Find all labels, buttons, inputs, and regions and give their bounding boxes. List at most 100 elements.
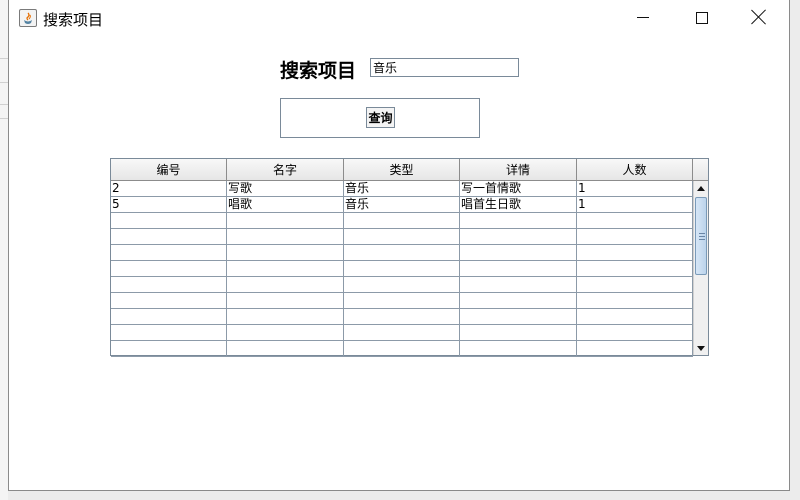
cell-id[interactable] (111, 261, 227, 277)
table-row[interactable] (111, 325, 693, 341)
cell-name[interactable]: 唱歌 (227, 197, 344, 213)
cell-details[interactable] (460, 293, 577, 309)
cell-count[interactable] (577, 293, 693, 309)
cell-id[interactable]: 5 (111, 197, 227, 213)
cell-count[interactable] (577, 261, 693, 277)
cell-count[interactable] (577, 213, 693, 229)
desktop-divider (0, 104, 8, 105)
cell-count[interactable]: 1 (577, 197, 693, 213)
scrollbar-thumb[interactable] (695, 197, 707, 275)
column-header-name[interactable]: 名字 (227, 159, 344, 181)
table-row[interactable] (111, 213, 693, 229)
minimize-button[interactable] (620, 0, 666, 36)
scroll-down-button[interactable] (694, 341, 708, 355)
cell-type[interactable]: 音乐 (344, 181, 460, 197)
table-row[interactable]: 2 写歌 音乐 写一首情歌 1 (111, 181, 693, 197)
search-label: 搜索项目 (280, 60, 357, 82)
table-row[interactable] (111, 229, 693, 245)
cell-details[interactable]: 写一首情歌 (460, 181, 577, 197)
cell-name[interactable] (227, 293, 344, 309)
cell-type[interactable] (344, 309, 460, 325)
column-header-count[interactable]: 人数 (577, 159, 693, 181)
cell-name[interactable] (227, 229, 344, 245)
cell-id[interactable] (111, 309, 227, 325)
table-body: 2 写歌 音乐 写一首情歌 1 5 唱歌 音乐 唱首生日歌 1 (111, 181, 693, 357)
cell-details[interactable] (460, 245, 577, 261)
cell-details[interactable] (460, 229, 577, 245)
cell-type[interactable] (344, 277, 460, 293)
desktop-divider (0, 58, 8, 59)
cell-count[interactable] (577, 229, 693, 245)
cell-name[interactable] (227, 245, 344, 261)
minimize-icon (637, 17, 649, 18)
cell-type[interactable] (344, 261, 460, 277)
cell-name[interactable] (227, 309, 344, 325)
cell-type[interactable] (344, 245, 460, 261)
table-row[interactable] (111, 277, 693, 293)
cell-details[interactable] (460, 261, 577, 277)
cell-name[interactable] (227, 325, 344, 341)
table-row[interactable] (111, 341, 693, 357)
arrow-up-icon (697, 185, 705, 191)
title-bar[interactable]: 搜索项目 (9, 0, 789, 38)
cell-details[interactable] (460, 277, 577, 293)
cell-type[interactable]: 音乐 (344, 197, 460, 213)
cell-details[interactable] (460, 309, 577, 325)
maximize-button[interactable] (678, 0, 724, 36)
java-app-icon (19, 9, 37, 27)
table-row[interactable]: 5 唱歌 音乐 唱首生日歌 1 (111, 197, 693, 213)
search-input[interactable] (370, 58, 519, 77)
cell-details[interactable] (460, 341, 577, 357)
column-header-details[interactable]: 详情 (460, 159, 577, 181)
column-header-id[interactable]: 编号 (111, 159, 227, 181)
cell-count[interactable] (577, 309, 693, 325)
cell-id[interactable] (111, 213, 227, 229)
column-header-type[interactable]: 类型 (344, 159, 460, 181)
cell-id[interactable]: 2 (111, 181, 227, 197)
cell-type[interactable] (344, 341, 460, 357)
window-title: 搜索项目 (43, 11, 104, 29)
query-panel: 查询 (280, 98, 480, 138)
close-icon (751, 9, 767, 25)
desktop-divider (0, 82, 8, 83)
desktop-divider (0, 118, 8, 119)
grip-line (699, 233, 705, 234)
arrow-down-icon (697, 345, 705, 351)
cell-name[interactable] (227, 277, 344, 293)
cell-type[interactable] (344, 229, 460, 245)
table-header: 编号 名字 类型 详情 人数 (111, 159, 693, 181)
grip-line (699, 236, 705, 237)
scroll-up-button[interactable] (694, 181, 708, 195)
cell-name[interactable] (227, 341, 344, 357)
cell-details[interactable] (460, 213, 577, 229)
cell-name[interactable] (227, 213, 344, 229)
cell-type[interactable] (344, 325, 460, 341)
grip-line (699, 239, 705, 240)
cell-id[interactable] (111, 325, 227, 341)
query-button[interactable]: 查询 (366, 107, 395, 128)
table-row[interactable] (111, 245, 693, 261)
cell-name[interactable] (227, 261, 344, 277)
cell-id[interactable] (111, 229, 227, 245)
table-row[interactable] (111, 309, 693, 325)
cell-count[interactable] (577, 325, 693, 341)
cell-count[interactable] (577, 277, 693, 293)
cell-type[interactable] (344, 293, 460, 309)
search-project-window: 搜索项目 搜索项目 查询 编号 名字 类型 详情 人数 2 写歌 音乐 (8, 0, 790, 491)
cell-count[interactable] (577, 245, 693, 261)
cell-name[interactable]: 写歌 (227, 181, 344, 197)
close-button[interactable] (736, 0, 782, 36)
cell-id[interactable] (111, 341, 227, 357)
cell-details[interactable] (460, 325, 577, 341)
cell-type[interactable] (344, 213, 460, 229)
maximize-icon (696, 12, 708, 24)
table-row[interactable] (111, 293, 693, 309)
cell-details[interactable]: 唱首生日歌 (460, 197, 577, 213)
cell-count[interactable]: 1 (577, 181, 693, 197)
cell-id[interactable] (111, 277, 227, 293)
cell-id[interactable] (111, 293, 227, 309)
cell-count[interactable] (577, 341, 693, 357)
cell-id[interactable] (111, 245, 227, 261)
table-row[interactable] (111, 261, 693, 277)
vertical-scrollbar[interactable] (693, 181, 708, 355)
